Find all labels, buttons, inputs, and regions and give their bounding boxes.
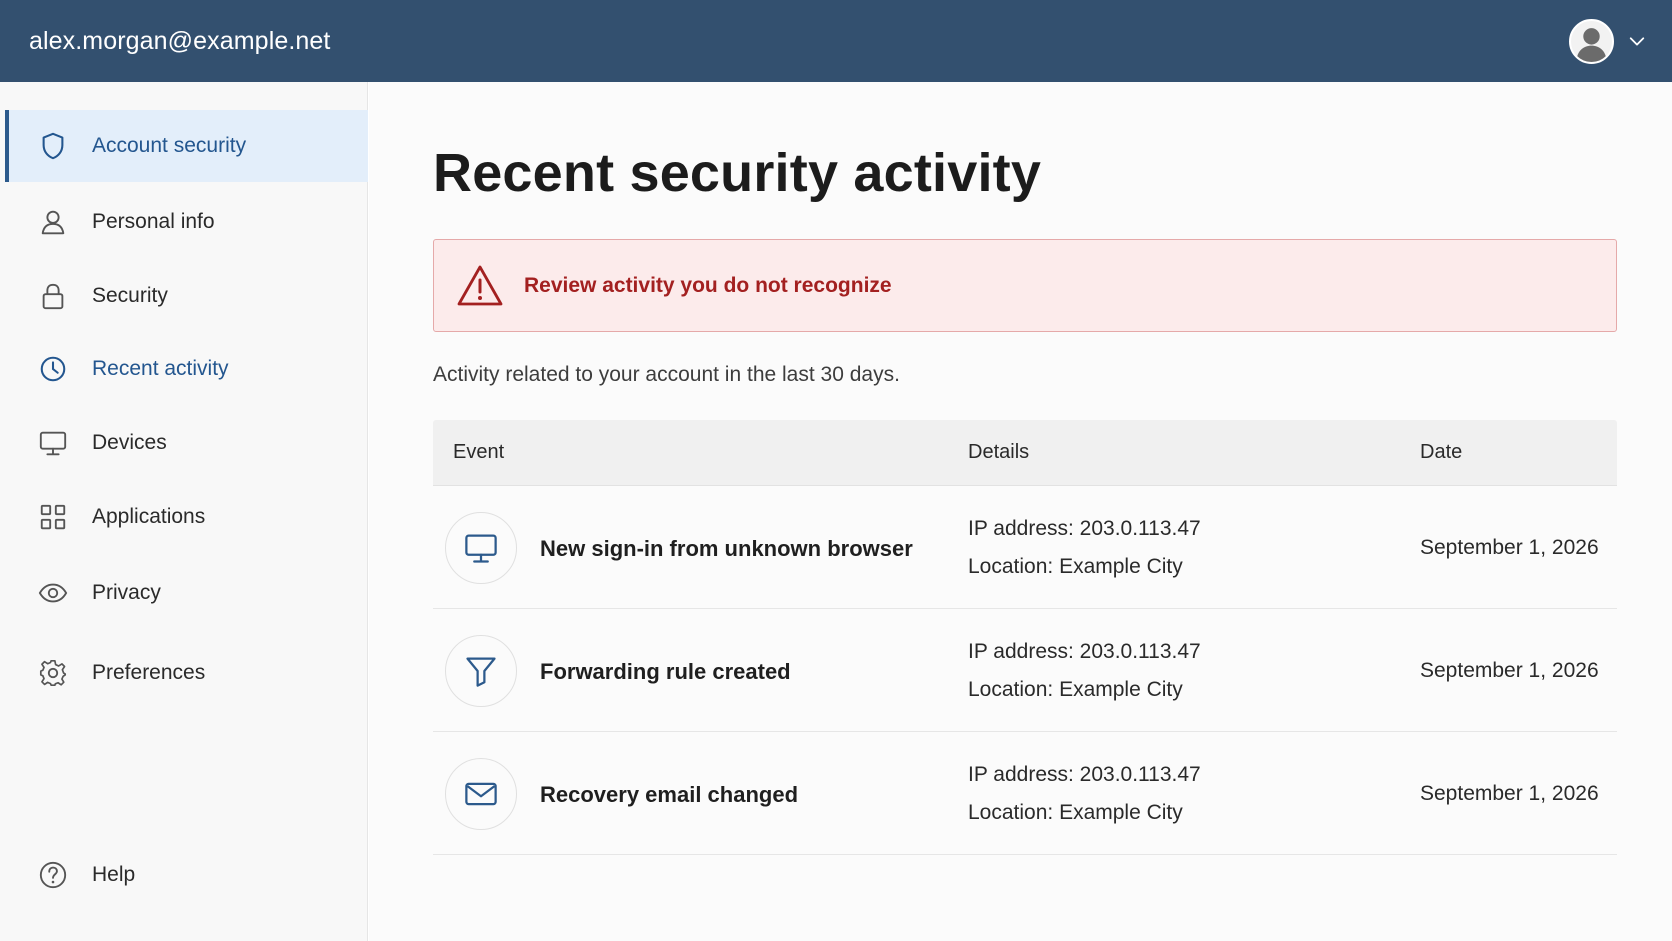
sidebar-item-security[interactable]: Security (5, 260, 368, 332)
sidebar-item-help[interactable]: Help (5, 839, 368, 911)
user-avatar-icon[interactable] (1569, 18, 1614, 64)
detail-location: Location: Example City (968, 555, 1183, 578)
table-row[interactable]: New sign-in from unknown browser IP addr… (433, 486, 1617, 609)
event-name: Forwarding rule created (540, 659, 791, 684)
detail-ip-address: IP address: 203.0.113.47 (968, 763, 1201, 786)
envelope-icon (445, 758, 517, 830)
table-row[interactable]: Forwarding rule created IP address: 203.… (433, 609, 1617, 732)
clock-icon (37, 353, 69, 385)
sidebar-item-recent-activity[interactable]: Recent activity (5, 333, 368, 405)
sidebar-item-label: Preferences (92, 661, 206, 684)
sidebar: Account security Personal info Security … (0, 82, 368, 941)
detail-ip-address: IP address: 203.0.113.47 (968, 517, 1201, 540)
event-name: Recovery email changed (540, 782, 799, 807)
event-date: September 1, 2026 (1420, 659, 1599, 682)
sidebar-item-label: Account security (92, 134, 247, 157)
page-title: Recent security activity (433, 143, 1042, 203)
person-icon (37, 206, 69, 238)
event-name: New sign-in from unknown browser (540, 536, 913, 561)
top-bar: alex.morgan@example.net (0, 0, 1672, 82)
eye-icon (37, 577, 69, 609)
account-email: alex.morgan@example.net (29, 26, 331, 55)
chevron-down-icon[interactable] (1628, 32, 1646, 50)
event-date: September 1, 2026 (1420, 782, 1599, 805)
detail-ip-address: IP address: 203.0.113.47 (968, 640, 1201, 663)
table-row[interactable]: Recovery email changed IP address: 203.0… (433, 732, 1617, 855)
sidebar-item-label: Security (92, 284, 168, 307)
alert-message: Review activity you do not recognize (524, 273, 892, 297)
sidebar-item-personal-info[interactable]: Personal info (5, 186, 368, 258)
sidebar-item-label: Devices (92, 431, 167, 454)
sidebar-item-label: Personal info (92, 210, 215, 233)
account-menu-button[interactable] (1569, 18, 1646, 64)
sidebar-item-applications[interactable]: Applications (5, 481, 368, 553)
grid-icon (37, 501, 69, 533)
main-content: Recent security activity Review activity… (369, 82, 1672, 941)
warning-alert: Review activity you do not recognize (433, 239, 1617, 332)
activity-table: Event Details Date New sign-in from unkn… (433, 420, 1617, 855)
sidebar-item-label: Privacy (92, 581, 161, 604)
sidebar-item-devices[interactable]: Devices (5, 407, 368, 479)
detail-location: Location: Example City (968, 801, 1183, 824)
sidebar-item-label: Help (92, 863, 136, 886)
sidebar-item-privacy[interactable]: Privacy (5, 557, 368, 629)
sidebar-item-label: Applications (92, 505, 206, 528)
column-header-date: Date (1420, 441, 1463, 463)
lock-icon (37, 280, 69, 312)
monitor-icon (37, 427, 69, 459)
table-header: Event Details Date (433, 420, 1617, 486)
sidebar-item-preferences[interactable]: Preferences (5, 637, 368, 709)
monitor-icon (445, 512, 517, 584)
sidebar-item-label: Recent activity (92, 357, 229, 380)
column-header-event: Event (453, 441, 505, 463)
detail-location: Location: Example City (968, 678, 1183, 701)
activity-description: Activity related to your account in the … (433, 363, 900, 386)
event-date: September 1, 2026 (1420, 536, 1599, 559)
filter-icon (445, 635, 517, 707)
gear-icon (37, 657, 69, 689)
question-circle-icon (37, 859, 69, 891)
column-header-details: Details (968, 441, 1030, 463)
sidebar-item-account-security[interactable]: Account security (5, 110, 368, 182)
warning-triangle-icon (457, 265, 503, 305)
shield-icon (37, 130, 69, 162)
